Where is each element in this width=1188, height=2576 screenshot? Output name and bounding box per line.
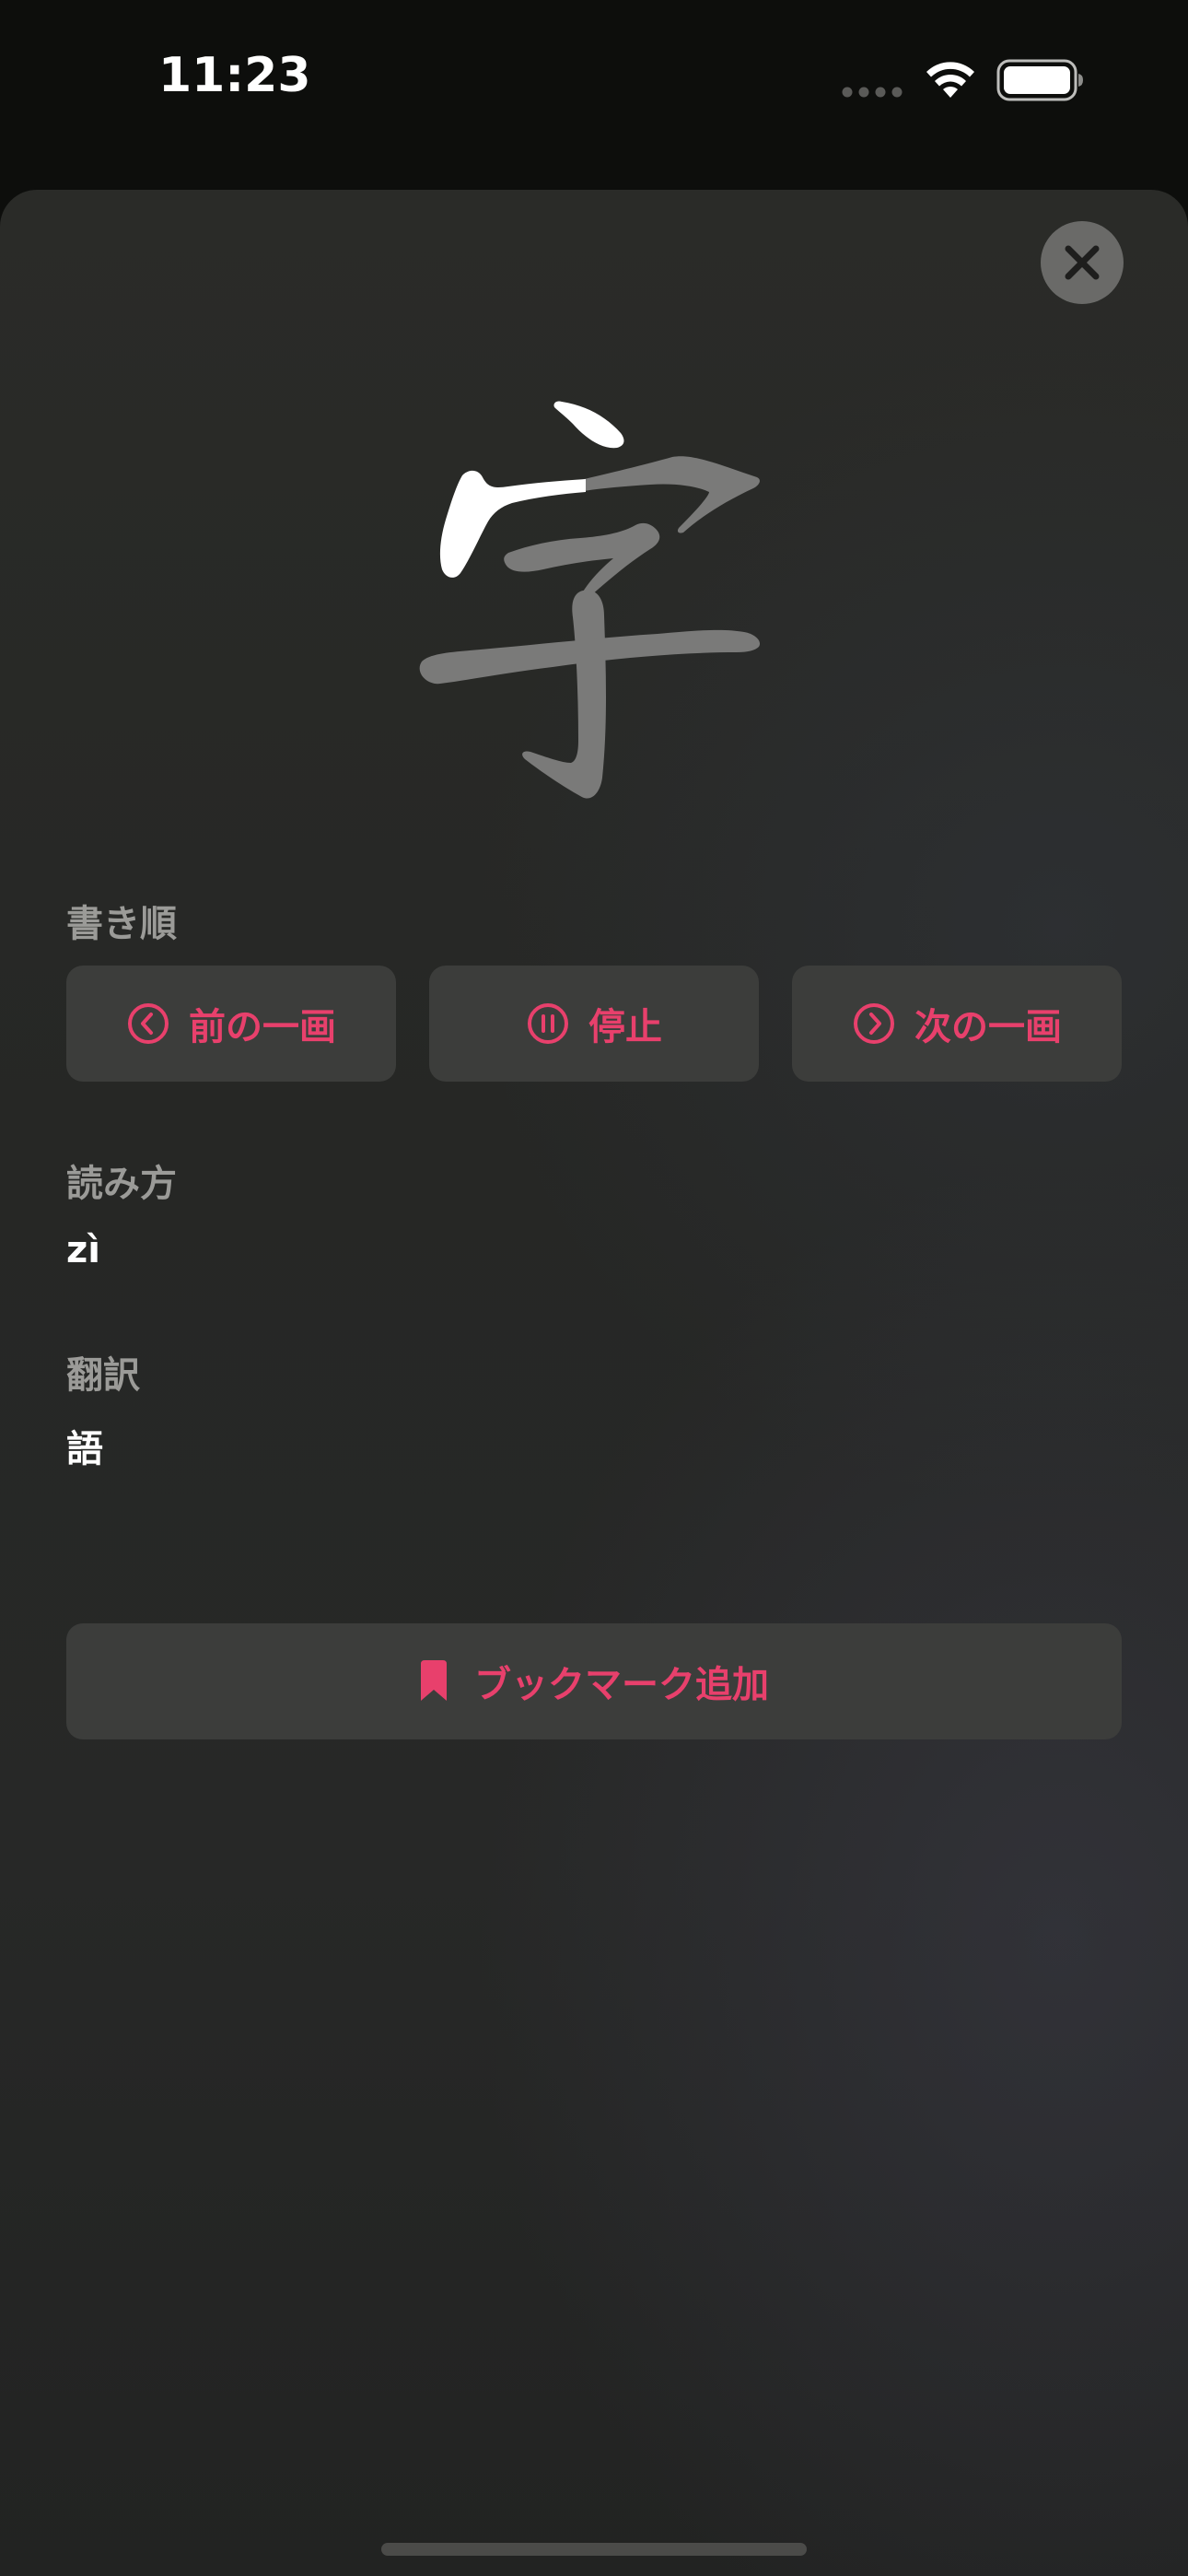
previous-stroke-button[interactable]: 前の一画 (66, 966, 396, 1082)
close-button[interactable] (1041, 221, 1124, 304)
reading-value: zì (66, 1229, 100, 1271)
screen: 11:23 書き順 前の一画 停止 次の一画 読み方 zì 翻訳 語 ブックマー… (0, 0, 1188, 2576)
pause-circle-icon (528, 1003, 568, 1044)
stroke-dot (553, 401, 624, 449)
add-bookmark-button[interactable]: ブックマーク追加 (66, 1623, 1122, 1739)
home-indicator (381, 2543, 807, 2556)
stroke-cap-hook (577, 456, 760, 533)
close-icon (1065, 245, 1100, 280)
bookmark-icon (421, 1660, 447, 1701)
stroke-order-character (419, 401, 761, 799)
next-stroke-label: 次の一画 (914, 1006, 1062, 1048)
status-time: 11:23 (158, 48, 311, 103)
cellular-signal-icon (842, 87, 903, 98)
add-bookmark-label: ブックマーク追加 (474, 1664, 769, 1706)
stroke-zi-horizontal (504, 522, 660, 600)
pause-button[interactable]: 停止 (429, 966, 759, 1082)
translation-value: 語 (66, 1428, 103, 1470)
status-bar: 11:23 (0, 0, 1188, 166)
wifi-icon (926, 62, 974, 98)
previous-stroke-label: 前の一画 (189, 1006, 336, 1048)
stroke-order-label: 書き順 (66, 903, 177, 945)
reading-label: 読み方 (66, 1163, 177, 1205)
pause-label: 停止 (588, 1006, 662, 1048)
character-detail-sheet: 書き順 前の一画 停止 次の一画 読み方 zì 翻訳 語 ブックマーク追加 (0, 190, 1188, 2576)
next-stroke-button[interactable]: 次の一画 (792, 966, 1122, 1082)
stroke-zi-vertical-hook (522, 590, 606, 799)
battery-full-icon (996, 59, 1083, 101)
translation-label: 翻訳 (66, 1354, 140, 1397)
chevron-left-circle-icon (128, 1003, 169, 1044)
chevron-right-circle-icon (854, 1003, 894, 1044)
